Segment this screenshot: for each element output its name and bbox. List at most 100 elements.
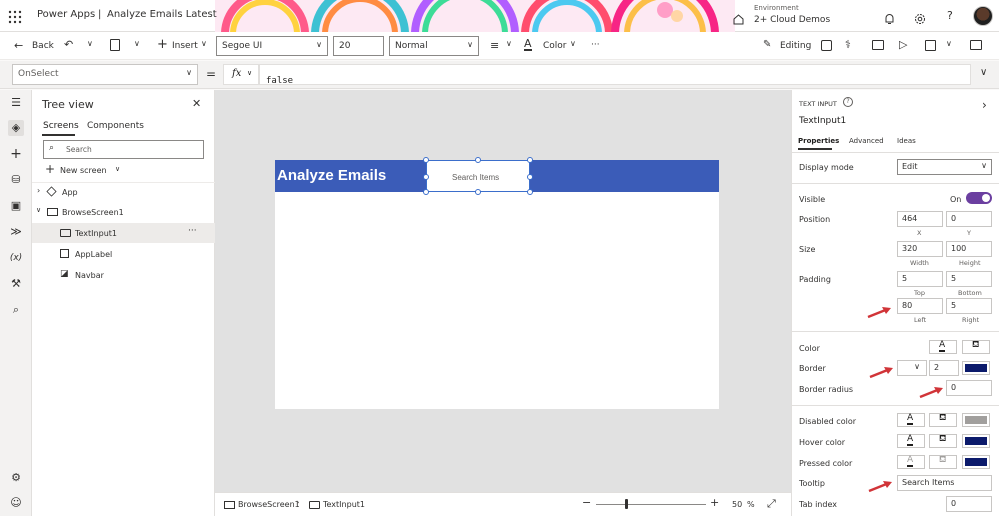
tab-properties[interactable]: Properties <box>798 137 839 145</box>
app-launcher-icon[interactable] <box>8 9 22 24</box>
more-icon[interactable]: ··· <box>591 40 600 50</box>
font-family-dropdown[interactable]: Segoe UI ∨ <box>216 36 328 56</box>
zoom-slider-thumb[interactable] <box>625 499 628 509</box>
resize-handle[interactable] <box>475 189 481 195</box>
resize-handle[interactable] <box>475 157 481 163</box>
tab-index-input[interactable]: 0 <box>946 496 992 512</box>
zoom-in-button[interactable]: + <box>710 496 719 509</box>
tree-item-browsescreen1[interactable]: ∨ BrowseScreen1 <box>32 202 215 222</box>
zoom-out-button[interactable]: − <box>582 496 591 509</box>
chevron-down-icon[interactable]: ∨ <box>506 39 512 48</box>
fill-color-button[interactable]: ⛾ <box>962 340 990 354</box>
hover-text-color-button[interactable]: A <box>897 434 925 448</box>
info-icon[interactable]: ? <box>843 97 853 107</box>
zoom-slider[interactable] <box>596 499 706 509</box>
plus-icon[interactable]: + <box>8 146 24 162</box>
control-name[interactable]: TextInput1 <box>799 116 846 126</box>
status-control-name[interactable]: TextInput1 <box>323 500 365 509</box>
text-color-button[interactable]: A <box>929 340 957 354</box>
comment-icon[interactable] <box>872 40 884 50</box>
tab-components[interactable]: Components <box>87 121 144 131</box>
more-options-icon[interactable]: ··· <box>188 226 197 236</box>
height-input[interactable]: 100 <box>946 241 992 257</box>
preview-icon[interactable]: ▷ <box>899 38 907 51</box>
settings-icon[interactable]: ⚙ <box>8 470 24 486</box>
pressed-text-color-button[interactable]: A <box>897 455 925 469</box>
resize-handle[interactable] <box>527 189 533 195</box>
status-screen-name[interactable]: BrowseScreen1 <box>238 500 300 509</box>
expand-formula-icon[interactable]: ∨ <box>980 67 987 78</box>
avatar[interactable] <box>973 6 993 26</box>
database-icon[interactable]: ⛁ <box>8 172 24 188</box>
display-mode-dropdown[interactable]: Edit ∨ <box>897 159 992 175</box>
position-x-input[interactable]: 464 <box>897 211 943 227</box>
hamburger-icon[interactable]: ☰ <box>8 95 24 111</box>
tree-item-app[interactable]: › App <box>32 182 215 202</box>
fx-button[interactable]: fx ∨ <box>223 64 259 85</box>
padding-right-input[interactable]: 5 <box>946 298 992 314</box>
property-dropdown[interactable]: OnSelect ∨ <box>12 64 198 85</box>
resize-handle[interactable] <box>423 157 429 163</box>
paste-icon[interactable] <box>110 39 120 51</box>
layers-icon[interactable]: ◈ <box>8 120 24 136</box>
padding-bottom-input[interactable]: 5 <box>946 271 992 287</box>
fit-to-window-icon[interactable]: ⤢ <box>767 497 776 511</box>
tab-ideas[interactable]: Ideas <box>897 137 916 145</box>
padding-top-input[interactable]: 5 <box>897 271 943 287</box>
gear-icon[interactable] <box>914 10 926 24</box>
resize-handle[interactable] <box>527 157 533 163</box>
pressed-fill-color-button[interactable]: ⛾ <box>929 455 957 469</box>
back-arrow-icon[interactable]: ← <box>14 39 23 52</box>
media-icon[interactable]: ▣ <box>8 198 24 214</box>
resize-handle[interactable] <box>423 174 429 180</box>
tooltip-input[interactable]: Search Items <box>897 475 992 491</box>
app-screen[interactable]: Analyze Emails Search Items <box>275 157 719 409</box>
bell-icon[interactable] <box>884 10 895 24</box>
tree-item-applabel[interactable]: AppLabel <box>32 244 215 264</box>
plus-icon[interactable]: + <box>157 37 168 52</box>
hover-border-color-button[interactable] <box>962 434 990 448</box>
chevron-down-icon[interactable]: ∨ <box>201 39 207 48</box>
save-icon[interactable] <box>925 40 936 51</box>
disabled-fill-color-button[interactable]: ⛾ <box>929 413 957 427</box>
publish-icon[interactable] <box>970 40 982 50</box>
insert-button[interactable]: Insert <box>172 41 198 51</box>
hover-fill-color-button[interactable]: ⛾ <box>929 434 957 448</box>
disabled-text-color-button[interactable]: A <box>897 413 925 427</box>
border-radius-input[interactable]: 0 <box>946 380 992 396</box>
font-weight-dropdown[interactable]: Normal ∨ <box>389 36 479 56</box>
chevron-down-icon[interactable]: ∨ <box>946 39 952 48</box>
pressed-border-color-button[interactable] <box>962 455 990 469</box>
tree-item-navbar[interactable]: ◪ Navbar <box>32 265 215 285</box>
font-size-input[interactable]: 20 <box>333 36 384 56</box>
text-color-icon[interactable]: A <box>524 38 532 51</box>
close-icon[interactable]: ✕ <box>192 97 201 110</box>
chevron-down-icon[interactable]: ∨ <box>134 39 140 48</box>
formula-input[interactable]: false <box>259 64 971 86</box>
border-style-dropdown[interactable]: ∨ <box>897 360 927 376</box>
search-icon[interactable]: ⌕ <box>8 302 24 318</box>
share-icon[interactable] <box>821 40 832 51</box>
tree-search-input[interactable]: ⌕ Search <box>43 140 204 159</box>
border-color-button[interactable] <box>962 361 990 375</box>
tab-advanced[interactable]: Advanced <box>849 137 884 145</box>
tools-icon[interactable]: ⚒ <box>8 276 24 292</box>
disabled-border-color-button[interactable] <box>962 413 990 427</box>
tab-screens[interactable]: Screens <box>43 121 79 131</box>
editing-button[interactable]: Editing <box>780 41 811 51</box>
environment-name[interactable]: 2+ Cloud Demos <box>754 15 830 25</box>
help-icon[interactable]: ? <box>947 9 953 22</box>
back-button[interactable]: Back <box>32 41 54 51</box>
new-screen-button[interactable]: + New screen ∨ <box>43 162 133 178</box>
app-label[interactable]: Analyze Emails <box>277 167 386 184</box>
color-button[interactable]: Color <box>543 41 567 51</box>
power-automate-icon[interactable]: ≫ <box>8 224 24 240</box>
padding-left-input[interactable]: 80 <box>897 298 943 314</box>
chevron-down-icon[interactable]: ∨ <box>570 39 576 48</box>
undo-icon[interactable]: ↶ <box>64 38 73 51</box>
chevron-right-icon[interactable]: › <box>982 98 987 112</box>
align-icon[interactable]: ≡ <box>490 39 499 52</box>
app-checker-icon[interactable]: ⚕ <box>845 38 851 51</box>
resize-handle[interactable] <box>527 174 533 180</box>
chevron-down-icon[interactable]: ∨ <box>87 39 93 48</box>
